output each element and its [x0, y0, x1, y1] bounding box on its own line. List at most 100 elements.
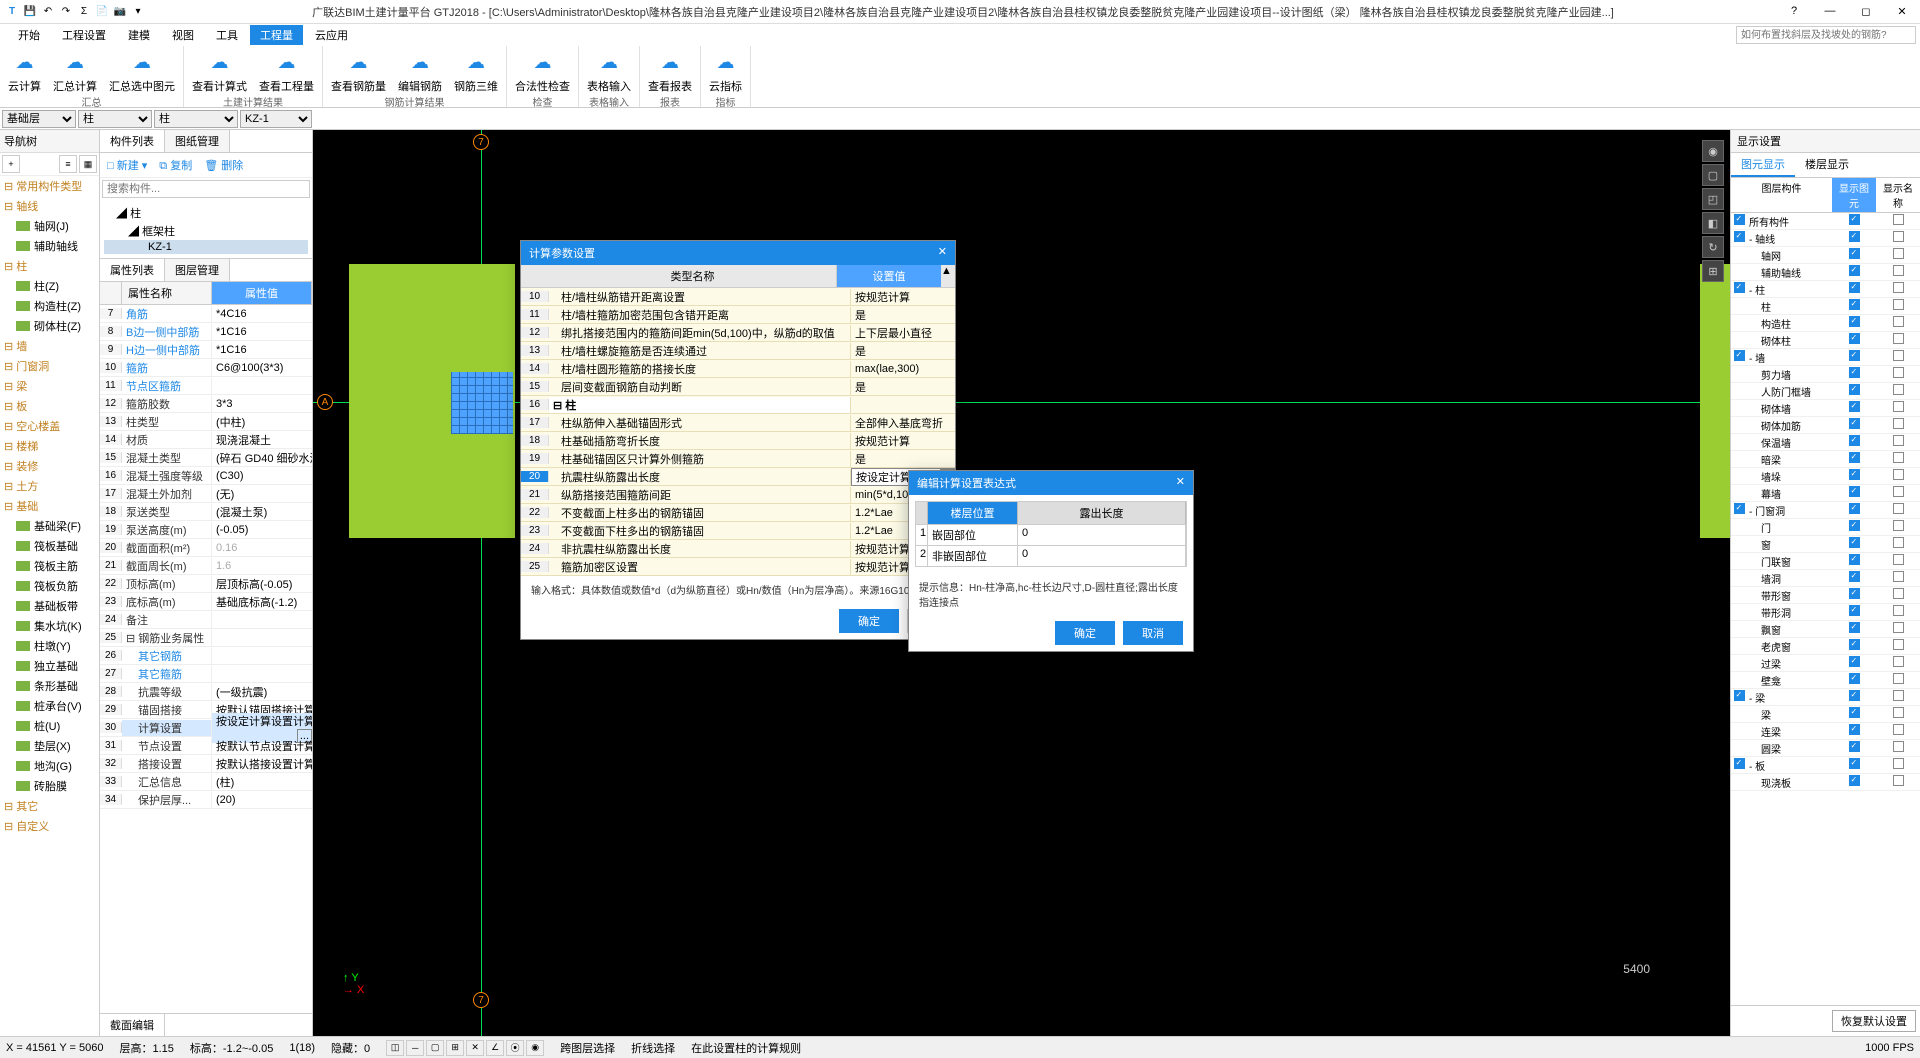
layer-row[interactable]: - 板	[1731, 757, 1920, 774]
measure-icon[interactable]: ⊞	[1702, 260, 1724, 282]
nav-section[interactable]: ⊟ 门窗洞	[0, 356, 99, 376]
prop-row[interactable]: 34保护层厚...(20)	[100, 791, 312, 809]
expr-row[interactable]: 2非嵌固部位0	[916, 545, 1186, 566]
layer-row[interactable]: - 门窗洞	[1731, 502, 1920, 519]
ribbon-查看报表[interactable]: ☁查看报表	[648, 48, 692, 94]
edit-expr-ok[interactable]: 确定	[1055, 621, 1115, 645]
tab-drawing-mgmt[interactable]: 图纸管理	[165, 130, 230, 152]
member-select[interactable]: KZ-1	[240, 110, 312, 128]
layer-row[interactable]: 砌体加筋	[1731, 417, 1920, 434]
maximize-button[interactable]: ◻	[1852, 5, 1880, 18]
layer-row[interactable]: 暗梁	[1731, 451, 1920, 468]
ribbon-编辑钢筋[interactable]: ☁编辑钢筋	[398, 48, 442, 94]
floor-select[interactable]: 基础层	[2, 110, 76, 128]
param-row[interactable]: 11柱/墙柱箍筋加密范围包含错开距离是	[521, 306, 955, 324]
layer-row[interactable]: 墙垛	[1731, 468, 1920, 485]
sb-tool-6[interactable]: ∠	[486, 1040, 504, 1056]
nav-item[interactable]: 构造柱(Z)	[0, 296, 99, 316]
prop-row[interactable]: 15混凝土类型(碎石 GD40 细砂水泥...)	[100, 449, 312, 467]
restore-defaults-button[interactable]: 恢复默认设置	[1832, 1010, 1916, 1032]
redo-icon[interactable]: ↷	[58, 4, 74, 20]
nav-item[interactable]: 基础板带	[0, 596, 99, 616]
param-row[interactable]: 24非抗震柱纵筋露出长度按规范计算	[521, 540, 955, 558]
prop-row[interactable]: 9H边一侧中部筋*1C16	[100, 341, 312, 359]
section-edit-tab[interactable]: 截面编辑	[100, 1014, 165, 1036]
nav-section[interactable]: ⊟ 空心楼盖	[0, 416, 99, 436]
nav-section[interactable]: ⊟ 装修	[0, 456, 99, 476]
nav-item[interactable]: 筏板基础	[0, 536, 99, 556]
layer-row[interactable]: 墙洞	[1731, 570, 1920, 587]
layer-row[interactable]: 窗	[1731, 536, 1920, 553]
ribbon-汇总选中图元[interactable]: ☁汇总选中图元	[109, 48, 175, 94]
prop-row[interactable]: 31节点设置按默认节点设置计算	[100, 737, 312, 755]
ribbon-云指标[interactable]: ☁云指标	[709, 48, 742, 94]
sb-tool-5[interactable]: ✕	[466, 1040, 484, 1056]
minimize-button[interactable]: —	[1816, 5, 1844, 18]
prop-row[interactable]: 18泵送类型(混凝土泵)	[100, 503, 312, 521]
column-element-right[interactable]	[1700, 264, 1730, 538]
nav-item[interactable]: 桩承台(V)	[0, 696, 99, 716]
edit-expr-close[interactable]: ✕	[1176, 475, 1185, 491]
menu-quantity[interactable]: 工程量	[250, 25, 303, 45]
prop-row[interactable]: 21截面周长(m)1.6	[100, 557, 312, 575]
param-row[interactable]: 23不变截面下柱多出的钢筋锚固1.2*Lae	[521, 522, 955, 540]
prop-row[interactable]: 7角筋*4C16	[100, 305, 312, 323]
layer-row[interactable]: 砌体柱	[1731, 332, 1920, 349]
nav-item[interactable]: 轴网(J)	[0, 216, 99, 236]
prop-row[interactable]: 22顶标高(m)层顶标高(-0.05)	[100, 575, 312, 593]
sigma-icon[interactable]: Σ	[76, 4, 92, 20]
param-row[interactable]: 19柱基础锚固区只计算外侧箍筋是	[521, 450, 955, 468]
nav-item[interactable]: 砖胎膜	[0, 776, 99, 796]
prop-row[interactable]: 23底标高(m)基础底标高(-1.2)	[100, 593, 312, 611]
layer-row[interactable]: - 梁	[1731, 689, 1920, 706]
edit-expr-cancel[interactable]: 取消	[1123, 621, 1183, 645]
tab-floor-display[interactable]: 楼层显示	[1795, 153, 1859, 177]
status-crossfloor[interactable]: 跨图层选择	[560, 1040, 615, 1056]
nav-grid-icon[interactable]: ▦	[79, 155, 97, 173]
nav-item[interactable]: 辅助轴线	[0, 236, 99, 256]
prop-row[interactable]: 14材质现浇混凝土	[100, 431, 312, 449]
param-row[interactable]: 14柱/墙柱圆形箍筋的搭接长度max(lae,300)	[521, 360, 955, 378]
layer-row[interactable]: 壁龛	[1731, 672, 1920, 689]
status-polyline[interactable]: 折线选择	[631, 1040, 675, 1056]
param-row[interactable]: 22不变截面上柱多出的钢筋锚固1.2*Lae	[521, 504, 955, 522]
prop-row[interactable]: 10箍筋C6@100(3*3)	[100, 359, 312, 377]
ribbon-云计算[interactable]: ☁云计算	[8, 48, 41, 94]
nav-item[interactable]: 柱墩(Y)	[0, 636, 99, 656]
box-icon[interactable]: ▢	[1702, 164, 1724, 186]
ribbon-查看钢筋量[interactable]: ☁查看钢筋量	[331, 48, 386, 94]
menu-cloud[interactable]: 云应用	[305, 25, 358, 45]
prop-row[interactable]: 32搭接设置按默认搭接设置计算	[100, 755, 312, 773]
layer-row[interactable]: 保温墙	[1731, 434, 1920, 451]
layer-row[interactable]: 现浇板	[1731, 774, 1920, 791]
ribbon-查看计算式[interactable]: ☁查看计算式	[192, 48, 247, 94]
tree-frame-column[interactable]: ◢ 框架柱	[104, 222, 308, 240]
screenshot-icon[interactable]: 📷	[112, 4, 128, 20]
sb-tool-8[interactable]: ◉	[526, 1040, 544, 1056]
prop-row[interactable]: 11节点区箍筋	[100, 377, 312, 395]
nav-section[interactable]: ⊟ 其它	[0, 796, 99, 816]
layer-row[interactable]: 柱	[1731, 298, 1920, 315]
delete-button[interactable]: 🗑 删除	[200, 156, 247, 174]
ribbon-表格输入[interactable]: ☁表格输入	[587, 48, 631, 94]
param-row[interactable]: 21纵筋搭接范围箍筋间距min(5*d,100)	[521, 486, 955, 504]
orbit-icon[interactable]: ◉	[1702, 140, 1724, 162]
param-row[interactable]: 17柱纵筋伸入基础锚固形式全部伸入基底弯折	[521, 414, 955, 432]
layer-row[interactable]: 轴网	[1731, 247, 1920, 264]
layer-row[interactable]: - 墙	[1731, 349, 1920, 366]
new-button[interactable]: □ 新建 ▾	[103, 156, 151, 174]
nav-item[interactable]: 集水坑(K)	[0, 616, 99, 636]
prop-row[interactable]: 12箍筋胶数3*3	[100, 395, 312, 413]
sb-tool-3[interactable]: ▢	[426, 1040, 444, 1056]
tree-kz1[interactable]: KZ-1	[104, 240, 308, 254]
rotate-icon[interactable]: ↻	[1702, 236, 1724, 258]
ribbon-合法性检查[interactable]: ☁合法性检查	[515, 48, 570, 94]
tab-element-display[interactable]: 图元显示	[1731, 153, 1795, 177]
param-row[interactable]: 20抗震柱纵筋露出长度按设定计算...	[521, 468, 955, 486]
nav-section[interactable]: ⊟ 墙	[0, 336, 99, 356]
cube-icon[interactable]: ◰	[1702, 188, 1724, 210]
category-select[interactable]: 柱	[78, 110, 152, 128]
prop-row[interactable]: 19泵送高度(m)(-0.05)	[100, 521, 312, 539]
menu-tools[interactable]: 工具	[206, 25, 248, 45]
prop-row[interactable]: 8B边一侧中部筋*1C16	[100, 323, 312, 341]
